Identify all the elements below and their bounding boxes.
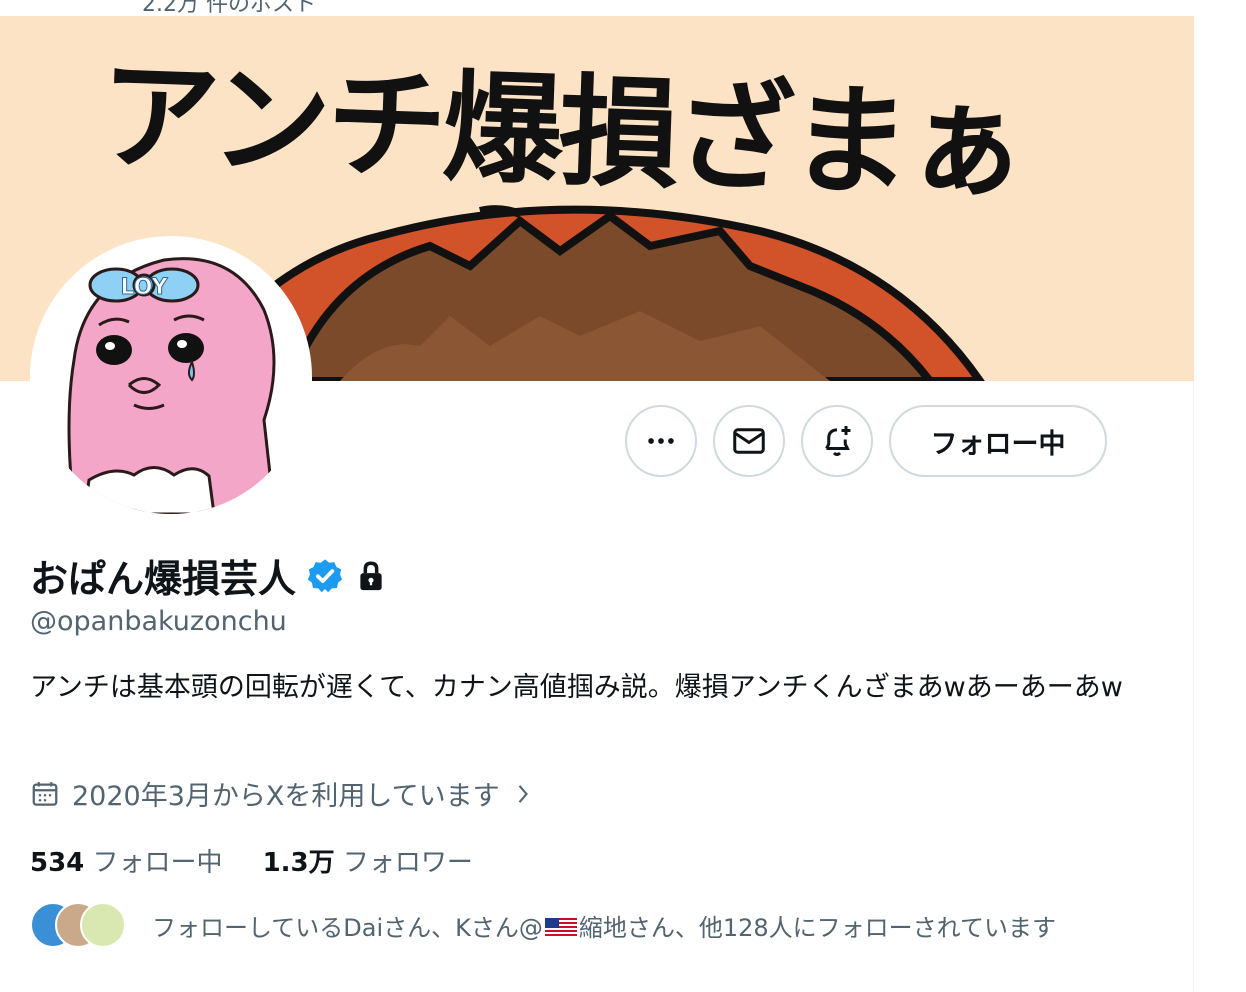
follow-stats: 534 フォロー中 1.3万 フォロワー: [30, 842, 473, 879]
profile-column: 2.2万 件のポスト アンチ爆損ざまぁ LOY フォロー中 おぱん爆損芸人 @o…: [0, 0, 1194, 992]
followed-by-text: フォローしているDaiさん、Kさん@ 縮地さん、他128人にフォローされています: [152, 908, 1056, 943]
followed-by-prefix: フォローしているDaiさん、Kさん@: [152, 913, 543, 942]
following-label: フォロー中: [92, 848, 223, 878]
following-link[interactable]: 534 フォロー中: [30, 842, 223, 879]
avatar-ribbon-text: LOY: [120, 275, 168, 300]
calendar-icon: [32, 781, 58, 806]
profile-avatar[interactable]: LOY: [30, 236, 312, 518]
us-flag-icon: [544, 917, 577, 938]
more-horizontal-icon: [648, 438, 674, 444]
chevron-right-icon: [518, 784, 528, 803]
following-count: 534: [30, 848, 85, 878]
followers-label: フォロワー: [342, 848, 473, 878]
post-count: 2.2万 件のポスト: [142, 0, 316, 16]
followed-by-suffix: 縮地さん、他128人にフォローされています: [578, 913, 1056, 942]
banner-title: アンチ爆損ざまぁ: [97, 46, 1025, 219]
top-header-cutoff: 2.2万 件のポスト: [0, 0, 1194, 16]
joined-date[interactable]: 2020年3月からXを利用しています: [30, 774, 534, 813]
avatar-illustration: LOY: [34, 240, 308, 514]
followed-by[interactable]: フォローしているDaiさん、Kさん@ 縮地さん、他128人にフォローされています: [30, 902, 1056, 948]
notify-button[interactable]: [801, 405, 873, 477]
lock-icon: [360, 560, 382, 590]
followers-link[interactable]: 1.3万 フォロワー: [263, 842, 473, 879]
display-name: おぱん爆損芸人: [30, 557, 297, 601]
more-button[interactable]: [625, 405, 697, 477]
name-row: おぱん爆損芸人: [30, 548, 388, 603]
following-button[interactable]: フォロー中: [889, 405, 1107, 477]
message-button[interactable]: [713, 405, 785, 477]
followers-you-know-avatars: [30, 902, 126, 948]
handle: @opanbakuzonchu: [30, 606, 287, 637]
joined-text: 2020年3月からXを利用しています: [72, 781, 500, 812]
bell-plus-icon: [825, 426, 851, 456]
bio: アンチは基本頭の回転が遅くて、カナン高値掴み説。爆損アンチくんざまあwあーあーあ…: [30, 672, 1123, 703]
followers-count: 1.3万: [262, 848, 335, 878]
mini-avatar: [80, 902, 126, 948]
profile-actions: フォロー中: [625, 405, 1107, 477]
mail-icon: [733, 428, 765, 454]
verified-badge-icon[interactable]: [306, 557, 344, 595]
